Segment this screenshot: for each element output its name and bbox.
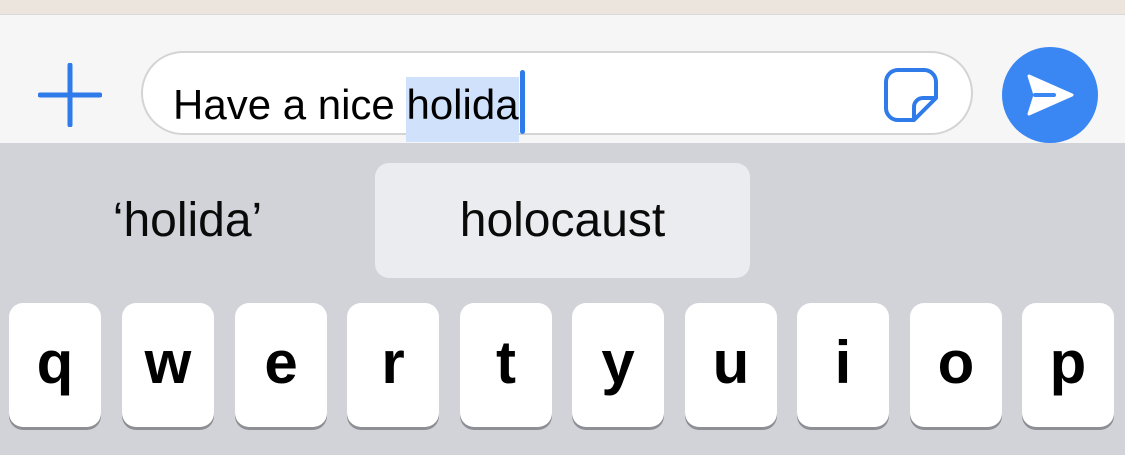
- sticker-button[interactable]: [883, 67, 939, 123]
- plus-icon: [37, 62, 103, 128]
- send-icon: [1027, 74, 1074, 116]
- send-button[interactable]: [1002, 47, 1098, 143]
- key-i[interactable]: i: [797, 303, 889, 427]
- message-input[interactable]: Have a nice holida: [141, 51, 973, 142]
- message-text: Have a nice holida: [173, 70, 525, 142]
- key-w[interactable]: w: [122, 303, 214, 427]
- selected-text: holida: [406, 77, 519, 142]
- suggestion-highlighted[interactable]: holocaust: [375, 163, 750, 278]
- key-o[interactable]: o: [910, 303, 1002, 427]
- key-y[interactable]: y: [572, 303, 664, 427]
- key-u[interactable]: u: [685, 303, 777, 427]
- key-q[interactable]: q: [9, 303, 101, 427]
- sticker-icon: [884, 68, 938, 122]
- chat-background: [0, 0, 1125, 15]
- attach-button[interactable]: [37, 62, 103, 128]
- suggestion-empty[interactable]: [750, 163, 1125, 278]
- key-e[interactable]: e: [235, 303, 327, 427]
- key-r[interactable]: r: [347, 303, 439, 427]
- key-p[interactable]: p: [1022, 303, 1114, 427]
- text-caret: [519, 70, 525, 134]
- suggestion-verbatim[interactable]: ‘holida’: [0, 163, 375, 278]
- key-t[interactable]: t: [460, 303, 552, 427]
- predictive-text-bar: ‘holida’ holocaust: [0, 143, 1125, 293]
- typed-text: Have a nice: [173, 81, 407, 128]
- compose-bar: Have a nice holida: [0, 15, 1125, 143]
